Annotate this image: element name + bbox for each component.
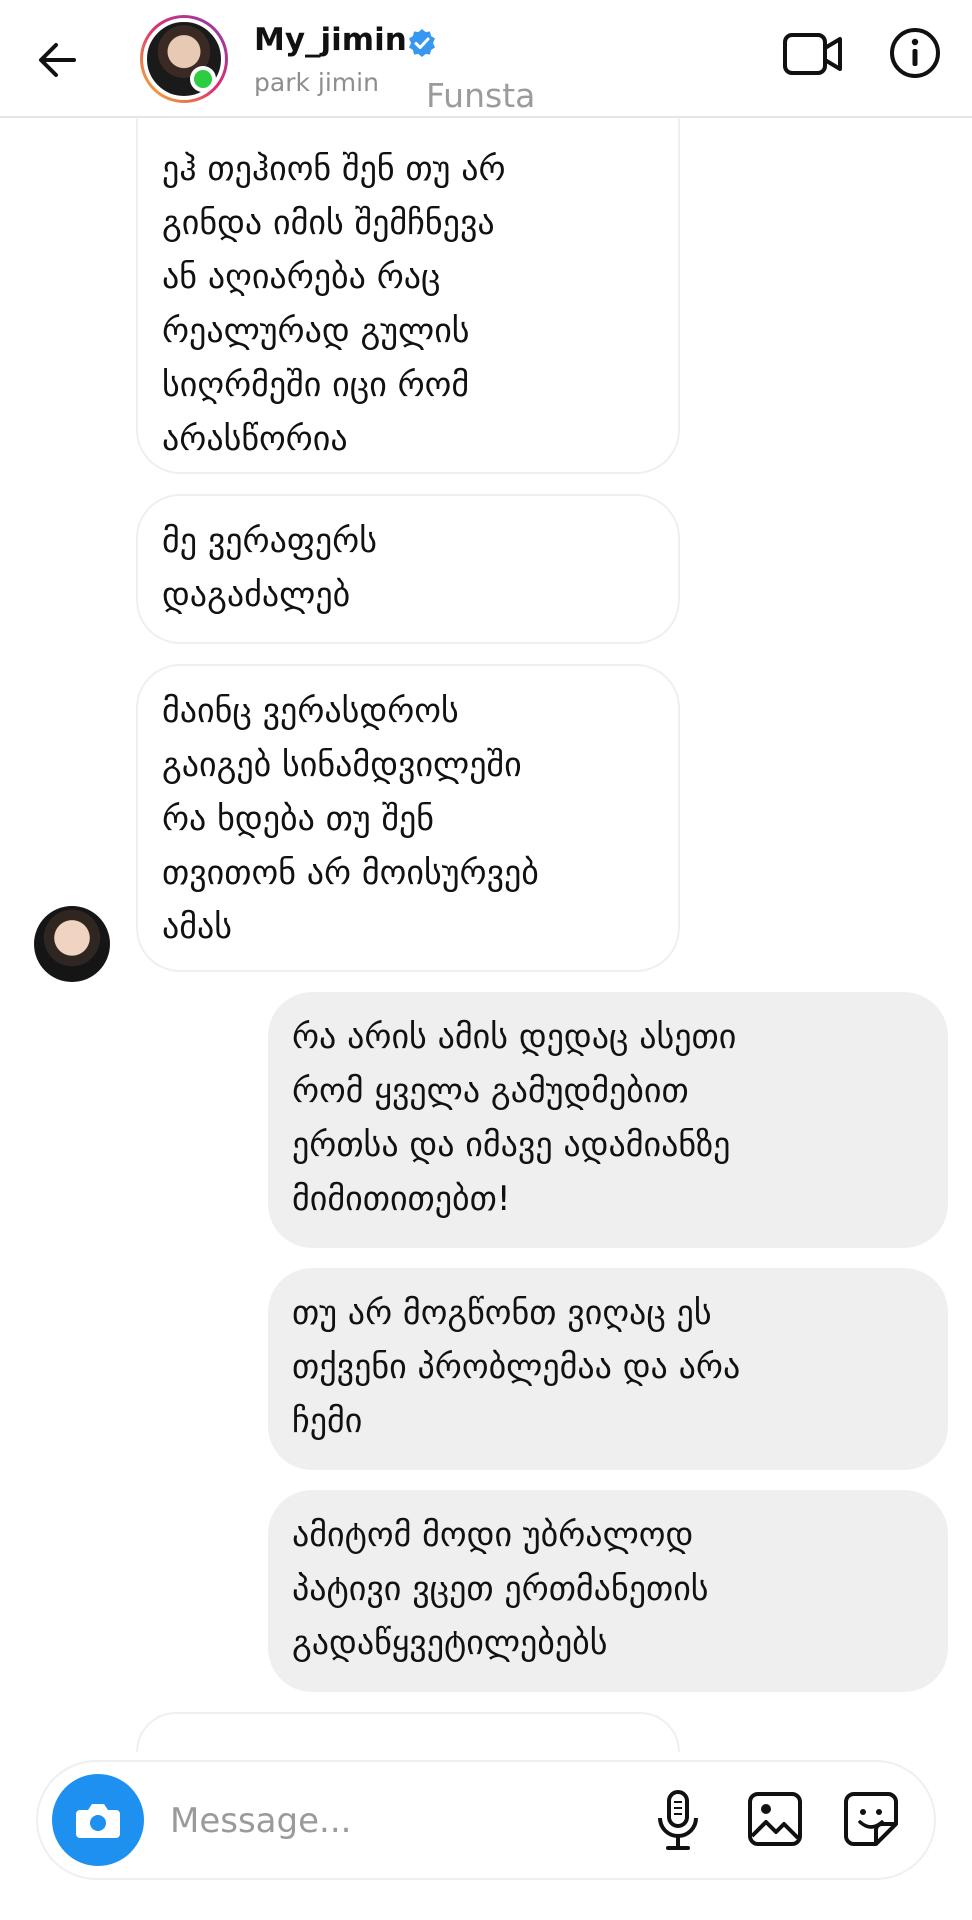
contact-username: park jimin	[254, 68, 379, 97]
message-bubble-outgoing[interactable]: ამიტომ მოდი უბრალოდ პატივი ვცეთ ერთმანეთ…	[268, 1490, 948, 1692]
contact-name[interactable]: My_jimin	[254, 22, 407, 58]
message-bubble-incoming[interactable]: ეჰ თეჰიონ შენ თუ არ გინდა იმის შემჩნევა …	[136, 118, 680, 474]
message-bubble-incoming[interactable]: მე ვერაფერს დაგაძალებ	[136, 494, 680, 644]
video-call-button[interactable]	[782, 28, 844, 80]
voice-message-button[interactable]	[652, 1788, 704, 1852]
message-bubble-partial	[136, 1712, 680, 1752]
sticker-button[interactable]	[842, 1790, 900, 1848]
chat-header: My_jimin park jimin Funsta	[0, 0, 972, 118]
info-icon	[890, 28, 940, 78]
camera-icon	[76, 1804, 120, 1838]
overlay-label: Funsta	[426, 76, 536, 115]
sender-avatar[interactable]	[34, 906, 110, 982]
message-input[interactable]	[168, 1792, 632, 1850]
online-status-dot	[190, 66, 216, 92]
message-bubble-incoming[interactable]: მაინც ვერასდროს გაიგებ სინამდვილეში რა ხ…	[136, 664, 680, 972]
camera-button[interactable]	[52, 1774, 144, 1866]
gallery-button[interactable]	[746, 1790, 804, 1848]
sticker-icon	[844, 1792, 898, 1846]
message-bubble-outgoing[interactable]: რა არის ამის დედაც ასეთი რომ ყველა გამუდ…	[268, 992, 948, 1248]
microphone-icon	[658, 1790, 698, 1850]
avatar-image	[143, 18, 225, 100]
info-button[interactable]	[888, 26, 942, 80]
video-call-icon	[783, 33, 842, 75]
back-arrow-icon	[39, 43, 76, 77]
profile-avatar[interactable]	[140, 15, 228, 103]
message-bubble-outgoing[interactable]: თუ არ მოგწონთ ვიღაც ეს თქვენი პრობლემაა …	[268, 1268, 948, 1470]
gallery-icon	[748, 1792, 802, 1846]
verified-badge-icon	[409, 29, 435, 57]
back-button[interactable]	[28, 30, 88, 90]
